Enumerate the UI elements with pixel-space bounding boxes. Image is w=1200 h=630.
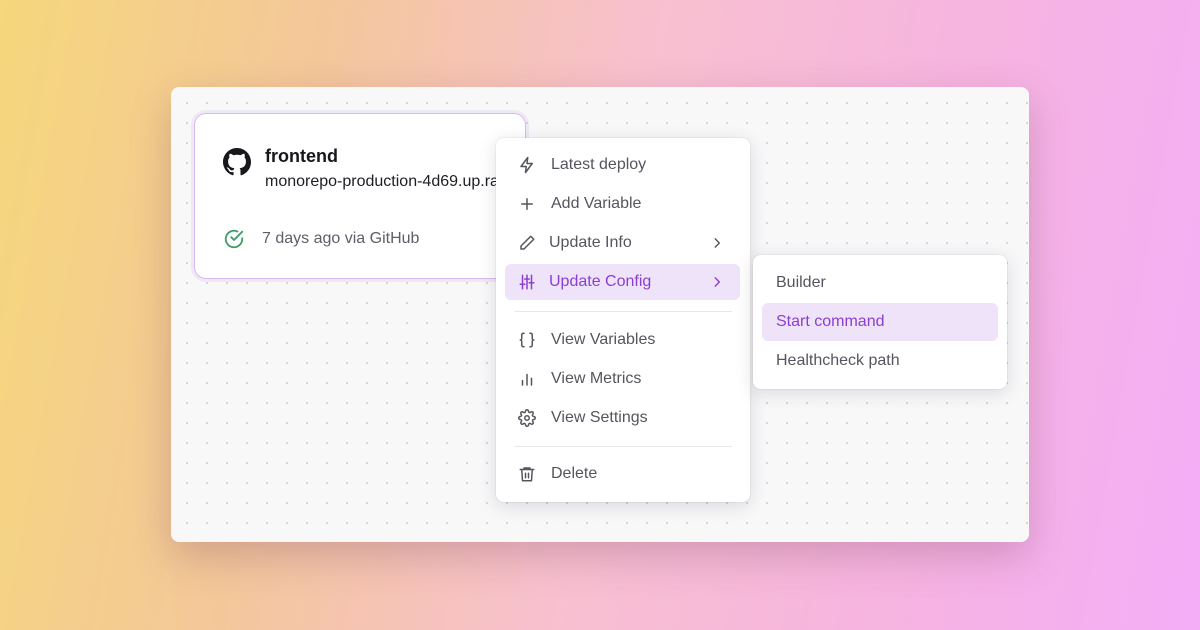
plus-icon — [521, 198, 533, 210]
submenu-item-label: Start command — [776, 313, 885, 330]
chevron-right-icon — [714, 277, 721, 287]
menu-item-view-variables[interactable]: View Variables — [505, 322, 740, 358]
check-circle-icon — [224, 229, 244, 249]
submenu-item-label: Healthcheck path — [776, 352, 900, 369]
context-menu: Latest deploy Add Variable Update Info U… — [496, 138, 750, 502]
menu-item-label: Update Info — [549, 234, 632, 251]
menu-item-label: View Metrics — [551, 370, 642, 387]
submenu-item-builder[interactable]: Builder — [762, 264, 998, 302]
service-name: frontend — [265, 146, 338, 166]
menu-item-label: Update Config — [549, 273, 652, 290]
submenu-item-label: Builder — [776, 274, 826, 291]
menu-divider — [514, 311, 732, 312]
menu-item-latest-deploy[interactable]: Latest deploy — [505, 147, 740, 183]
menu-item-update-info[interactable]: Update Info — [505, 225, 740, 261]
menu-item-view-metrics[interactable]: View Metrics — [505, 361, 740, 397]
menu-item-label: View Variables — [551, 331, 656, 348]
menu-item-label: Delete — [551, 465, 598, 482]
braces-icon — [519, 332, 535, 348]
menu-item-label: View Settings — [551, 409, 648, 426]
trash-icon — [519, 467, 535, 482]
submenu-item-healthcheck-path[interactable]: Healthcheck path — [762, 342, 998, 380]
submenu-item-start-command[interactable]: Start command — [762, 303, 998, 341]
menu-divider — [514, 446, 732, 447]
sliders-icon — [519, 274, 535, 290]
bar-chart-icon — [521, 373, 533, 386]
lightning-icon — [520, 156, 533, 174]
github-icon — [223, 148, 251, 176]
menu-item-label: Latest deploy — [551, 156, 647, 173]
service-card-frontend[interactable]: frontend monorepo-production-4d69.up.rai… — [194, 113, 564, 279]
menu-item-label: Add Variable — [551, 195, 642, 212]
chevron-right-icon — [714, 238, 721, 248]
menu-item-update-config[interactable]: Update Config — [505, 264, 740, 300]
pencil-icon — [520, 235, 535, 250]
menu-item-delete[interactable]: Delete — [505, 456, 740, 492]
gear-icon — [518, 409, 536, 427]
menu-item-view-settings[interactable]: View Settings — [505, 400, 740, 436]
update-config-submenu: Builder Start command Healthcheck path — [753, 255, 1007, 389]
deploy-status: 7 days ago via GitHub — [262, 230, 420, 247]
menu-item-add-variable[interactable]: Add Variable — [505, 186, 740, 222]
